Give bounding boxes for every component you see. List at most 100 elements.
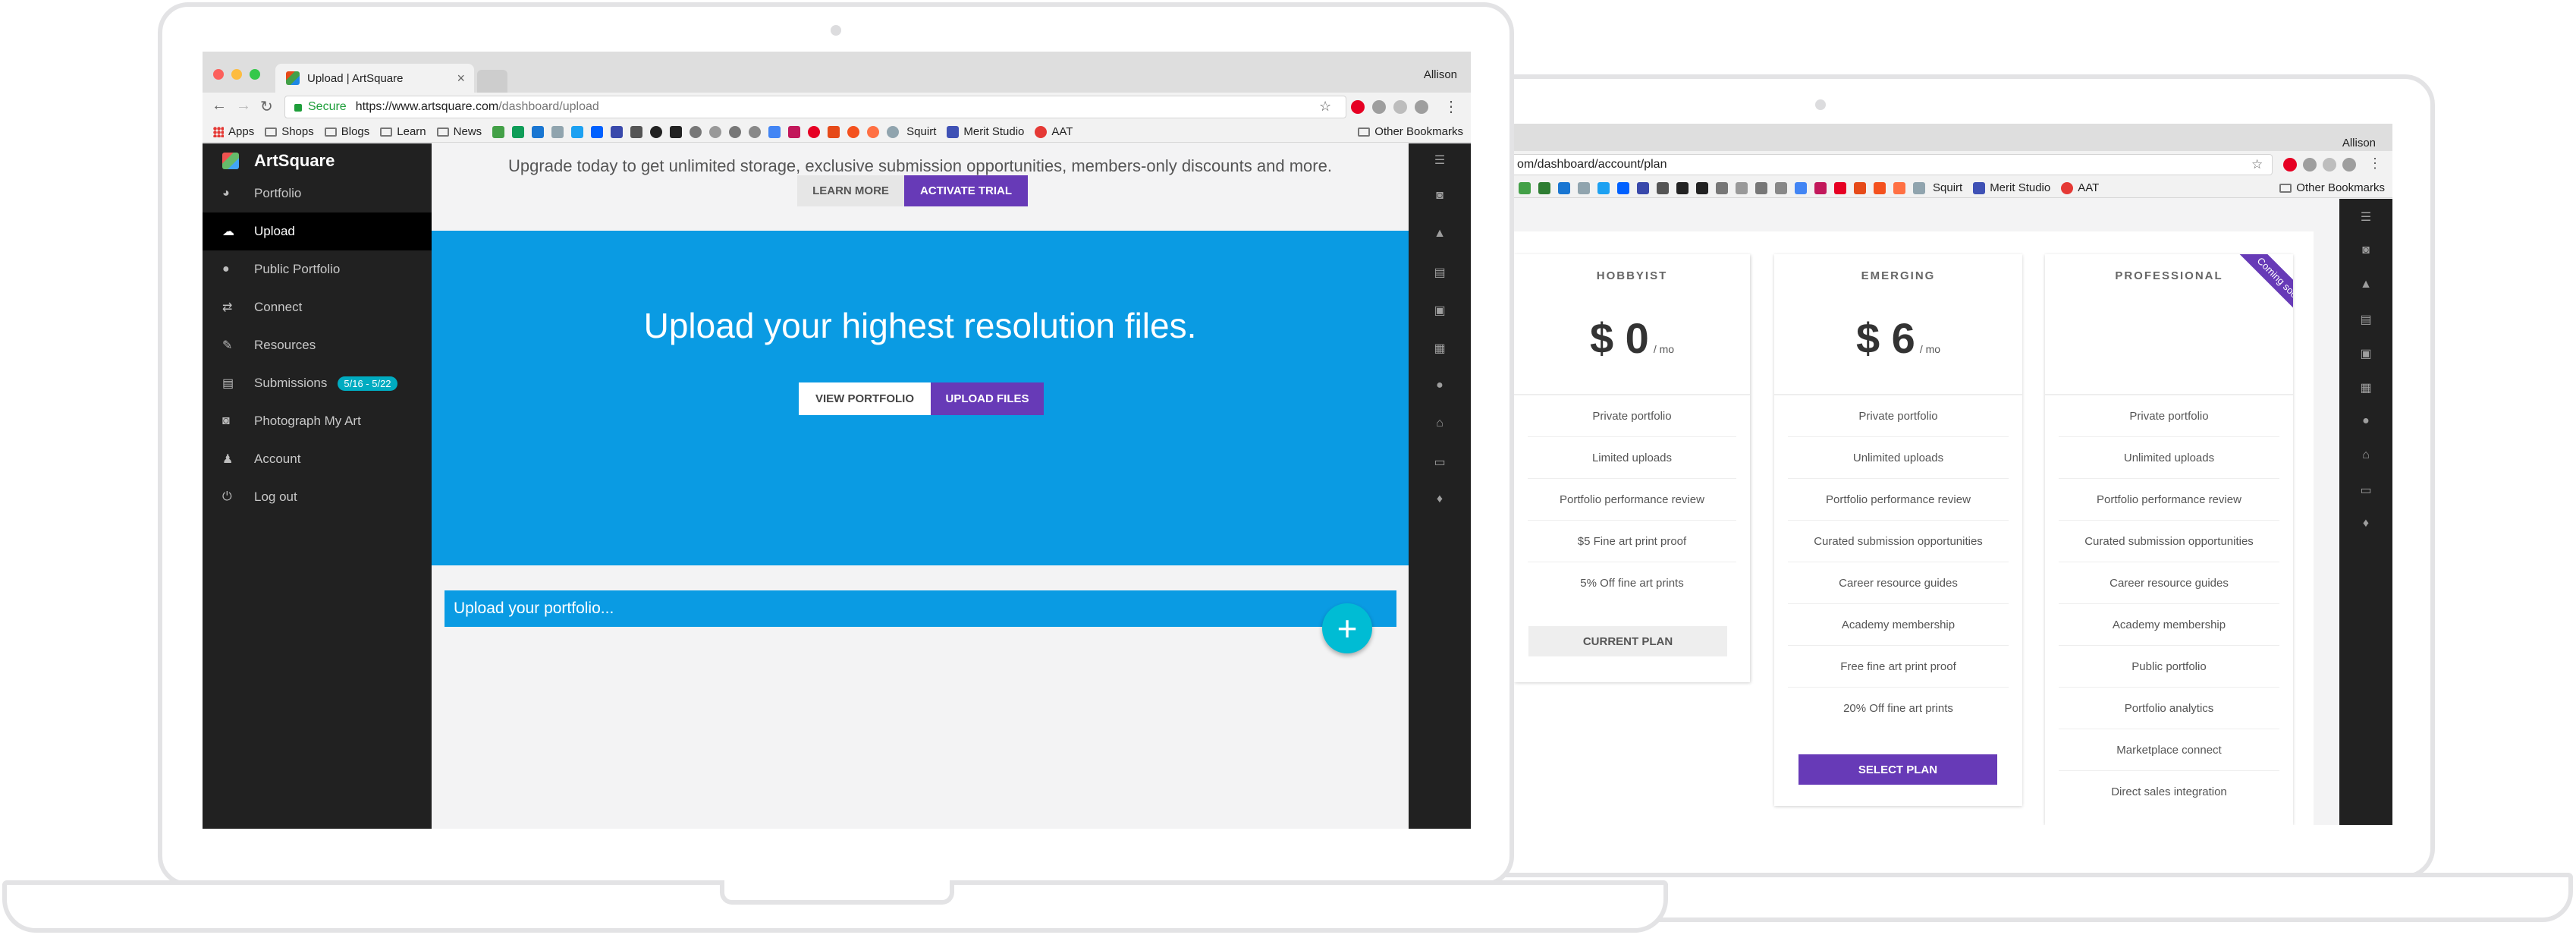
bookmark-icon[interactable] bbox=[1696, 181, 1708, 194]
bookmark-icon[interactable] bbox=[690, 125, 702, 138]
bookmark-icon[interactable] bbox=[1755, 181, 1767, 194]
bookmark-icon[interactable] bbox=[1913, 181, 1925, 194]
bookmark-icon[interactable] bbox=[709, 125, 722, 138]
bookmark-icon[interactable] bbox=[551, 125, 564, 138]
zoom-window-icon[interactable] bbox=[250, 69, 260, 80]
pinterest-icon[interactable] bbox=[1351, 100, 1365, 114]
book-icon[interactable]: ▣ bbox=[1409, 303, 1471, 318]
bookmark-icon[interactable] bbox=[630, 125, 643, 138]
forward-icon[interactable]: → bbox=[236, 97, 251, 115]
star-icon[interactable]: ☆ bbox=[2251, 157, 2263, 172]
pinterest-bookmark-icon[interactable] bbox=[1834, 181, 1846, 194]
bank-icon[interactable]: ⌂ bbox=[2339, 449, 2392, 462]
sidebar-item-account[interactable]: ♟ Account bbox=[203, 440, 432, 478]
bookmark-icon[interactable] bbox=[1874, 181, 1886, 194]
bookmark-icon[interactable] bbox=[1657, 181, 1669, 194]
bookmark-icon[interactable] bbox=[1854, 181, 1866, 194]
code-icon[interactable] bbox=[532, 125, 545, 138]
other-bookmarks[interactable]: Other Bookmarks bbox=[2279, 181, 2385, 194]
activate-trial-button[interactable]: ACTIVATE TRIAL bbox=[904, 175, 1028, 206]
bookmark-aat[interactable]: AAT bbox=[1035, 125, 1073, 138]
minimize-window-icon[interactable] bbox=[231, 69, 242, 80]
select-plan-button[interactable]: SELECT PLAN bbox=[1798, 754, 1997, 785]
bookmark-icon[interactable] bbox=[1814, 181, 1827, 194]
bookmark-news[interactable]: News bbox=[436, 125, 482, 138]
back-icon[interactable]: ← bbox=[212, 97, 227, 115]
calendar-icon[interactable] bbox=[611, 125, 624, 138]
chat-icon[interactable]: ▭ bbox=[1409, 455, 1471, 470]
sidebar-item-resources[interactable]: ✎ Resources bbox=[203, 326, 432, 364]
upload-files-button[interactable]: UPLOAD FILES bbox=[931, 382, 1044, 415]
tab-close-icon[interactable]: × bbox=[457, 71, 465, 87]
bookmark-blogs[interactable]: Blogs bbox=[324, 125, 369, 138]
twitter-icon[interactable] bbox=[571, 125, 584, 138]
google-icon[interactable] bbox=[1795, 181, 1807, 194]
camera-icon[interactable]: ◙ bbox=[1409, 189, 1471, 203]
plug-icon[interactable]: ♦ bbox=[2339, 517, 2392, 530]
plug-icon[interactable]: ♦ bbox=[1409, 493, 1471, 506]
book-icon[interactable]: ▣ bbox=[2339, 346, 2392, 361]
bookmark-icon[interactable] bbox=[1538, 181, 1550, 194]
store-icon[interactable]: ▦ bbox=[2339, 380, 2392, 395]
bookmark-shops[interactable]: Shops bbox=[265, 125, 314, 138]
bookmark-icon[interactable] bbox=[1637, 181, 1649, 194]
dropbox-icon[interactable] bbox=[1617, 181, 1629, 194]
other-bookmarks[interactable]: Other Bookmarks bbox=[1358, 125, 1463, 138]
reload-icon[interactable]: ↻ bbox=[260, 97, 273, 116]
address-bar[interactable]: Secure https://www.artsquare.com/dashboa… bbox=[284, 96, 1346, 118]
sidebar-item-public-portfolio[interactable]: ● Public Portfolio bbox=[203, 250, 432, 288]
close-window-icon[interactable] bbox=[213, 69, 224, 80]
sidebar-item-log-out[interactable]: ⏻ Log out bbox=[203, 478, 432, 516]
bookmark-squirt[interactable]: Squirt bbox=[906, 125, 936, 138]
bookmark-icon[interactable] bbox=[670, 125, 683, 138]
menu-icon[interactable]: ☰ bbox=[1409, 153, 1471, 168]
bookmark-icon[interactable] bbox=[1716, 181, 1728, 194]
view-portfolio-button[interactable]: VIEW PORTFOLIO bbox=[799, 382, 931, 415]
bookmark-squirt[interactable]: Squirt bbox=[1933, 181, 1962, 194]
bookmark-icon[interactable] bbox=[788, 125, 801, 138]
bookmark-icon[interactable] bbox=[1893, 181, 1905, 194]
menu-dots-icon[interactable]: ⋮ bbox=[1444, 97, 1459, 116]
bookmark-icon[interactable] bbox=[650, 125, 663, 138]
star-icon[interactable]: ☆ bbox=[1319, 99, 1331, 115]
bookmark-icon[interactable] bbox=[1676, 181, 1689, 194]
bookmark-icon[interactable] bbox=[1578, 181, 1590, 194]
browser-tab-active[interactable]: Upload | ArtSquare × bbox=[275, 64, 474, 93]
new-tab-button[interactable] bbox=[477, 70, 507, 93]
camera-icon[interactable] bbox=[1372, 100, 1386, 114]
bookmark-icon[interactable] bbox=[847, 125, 860, 138]
artsquare-brand[interactable]: ArtSquare bbox=[222, 151, 335, 171]
bookmark-icon[interactable] bbox=[749, 125, 762, 138]
sidebar-item-submissions[interactable]: ▤ Submissions 5/16 - 5/22 bbox=[203, 364, 432, 402]
bookmark-merit-studio[interactable]: Merit Studio bbox=[947, 125, 1024, 138]
extension-icon[interactable] bbox=[1393, 100, 1407, 114]
p-extension-icon[interactable] bbox=[1415, 100, 1428, 114]
upload-portfolio-bar[interactable]: Upload your portfolio... bbox=[445, 590, 1396, 627]
sidebar-item-connect[interactable]: ⇄ Connect bbox=[203, 288, 432, 326]
sidebar-item-portfolio[interactable]: ◕ Portfolio bbox=[203, 175, 432, 212]
dropbox-icon[interactable] bbox=[591, 125, 604, 138]
bookmark-merit-studio[interactable]: Merit Studio bbox=[1973, 181, 2050, 194]
bookmark-icon[interactable] bbox=[1736, 181, 1748, 194]
bookmark-aat[interactable]: AAT bbox=[2061, 181, 2099, 194]
camera-icon[interactable] bbox=[2303, 158, 2317, 172]
school-icon[interactable]: ▲ bbox=[1409, 227, 1471, 241]
bookmark-icon[interactable] bbox=[887, 125, 900, 138]
pinterest-icon[interactable] bbox=[2283, 158, 2297, 172]
current-plan-button[interactable]: CURRENT PLAN bbox=[1528, 626, 1727, 656]
twitter-icon[interactable] bbox=[1597, 181, 1610, 194]
bookmark-icon[interactable] bbox=[1558, 181, 1570, 194]
google-icon[interactable] bbox=[768, 125, 781, 138]
address-bar[interactable]: om/dashboard/account/plan bbox=[1514, 154, 2273, 175]
chat-icon[interactable]: ▭ bbox=[2339, 483, 2392, 498]
menu-dots-icon[interactable]: ⋮ bbox=[2368, 156, 2382, 172]
add-upload-button[interactable]: + bbox=[1322, 603, 1372, 653]
bookmark-icon[interactable] bbox=[828, 125, 840, 138]
bookmark-icon[interactable] bbox=[867, 125, 880, 138]
people-icon[interactable]: ● bbox=[1409, 379, 1471, 392]
bookmark-icon[interactable] bbox=[729, 125, 742, 138]
bookmark-learn[interactable]: Learn bbox=[380, 125, 426, 138]
bookmark-icon[interactable] bbox=[1519, 181, 1531, 194]
sidebar-item-upload[interactable]: ☁ Upload bbox=[203, 212, 432, 250]
p-extension-icon[interactable] bbox=[2342, 158, 2356, 172]
